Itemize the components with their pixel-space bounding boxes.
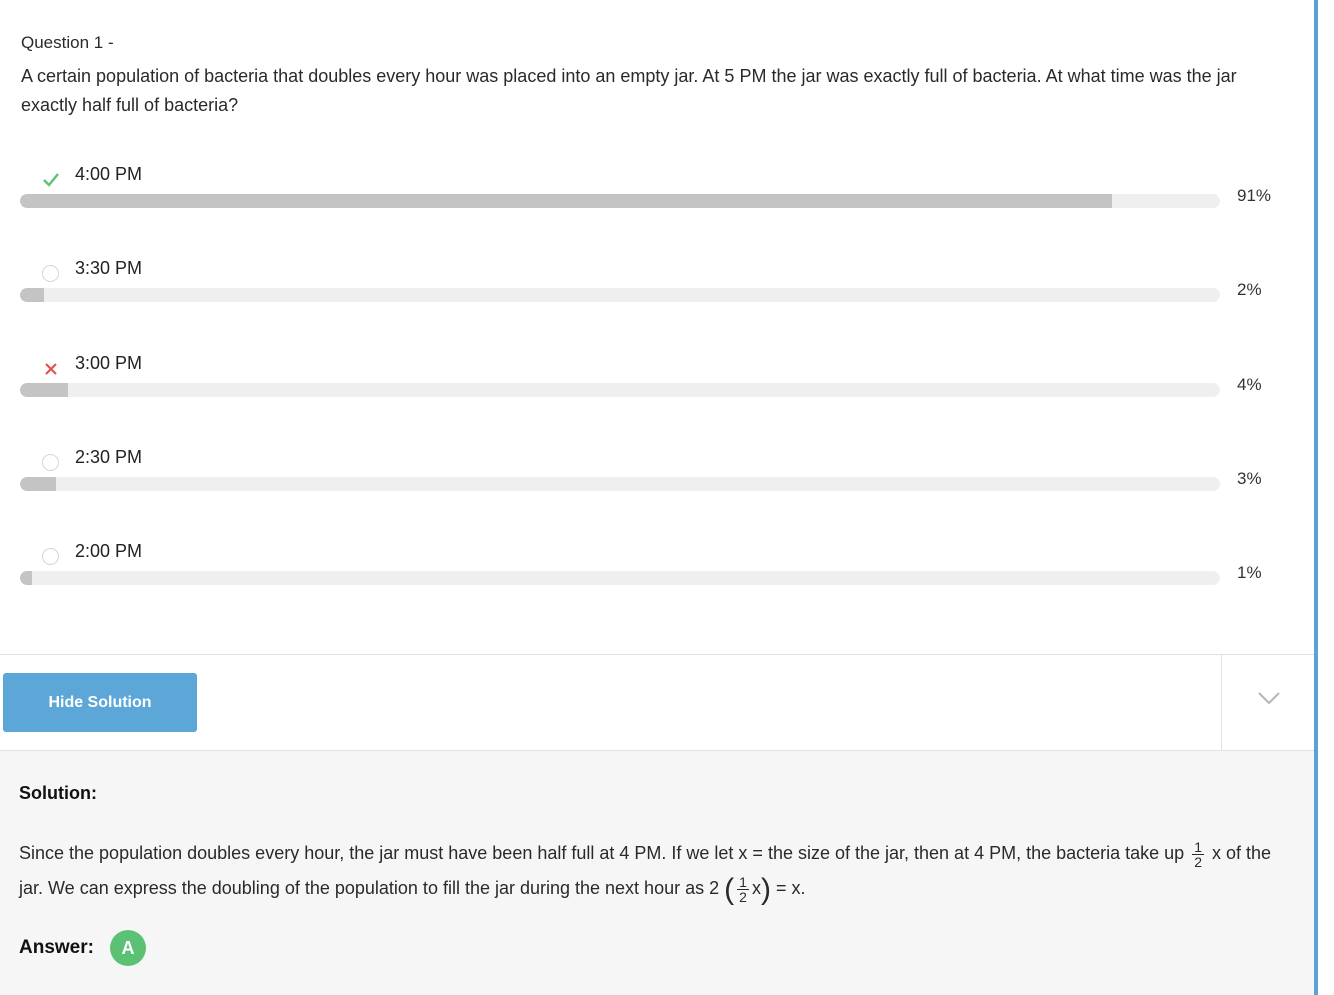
solution-panel: Solution: Since the population doubles e…: [0, 751, 1314, 995]
radio-icon: [41, 547, 61, 567]
result-percent: 3%: [1237, 469, 1262, 488]
fraction-one-half: 12: [1192, 838, 1205, 870]
option-label: 3:30 PM: [75, 258, 143, 278]
answer-option[interactable]: 2:00 PM 1%: [0, 537, 1314, 617]
result-percent: 91%: [1237, 186, 1272, 205]
expr-end: = x.: [775, 878, 806, 898]
paren-open: (: [724, 872, 735, 906]
answer-option[interactable]: 4:00 PM 91%: [0, 160, 1314, 240]
radio-icon: [41, 453, 61, 473]
hide-solution-button[interactable]: Hide Solution: [3, 673, 197, 732]
result-bar-fill: [20, 571, 32, 585]
result-bar-fill: [20, 194, 1112, 208]
fraction-one-half: 12: [737, 873, 749, 905]
collapse-toggle[interactable]: [1221, 655, 1314, 751]
solution-text: Since the population doubles every hour,…: [19, 836, 1279, 907]
result-bar: [20, 571, 1220, 585]
result-bar-fill: [20, 477, 56, 491]
solution-text-part: Since the population doubles every hour,…: [19, 843, 1185, 863]
answer-label: Answer:: [19, 937, 94, 958]
cross-icon: [41, 358, 61, 378]
result-bar: [20, 288, 1220, 302]
question-panel: Question 1 - A certain population of bac…: [0, 0, 1314, 654]
result-percent: 1%: [1237, 563, 1262, 582]
answer-option[interactable]: 3:00 PM 4%: [0, 349, 1314, 429]
result-bar-fill: [20, 288, 44, 302]
answer-option[interactable]: 2:30 PM 3%: [0, 443, 1314, 523]
option-label: 2:00 PM: [75, 541, 143, 561]
result-bar: [20, 194, 1220, 208]
question-text: A certain population of bacteria that do…: [21, 66, 1237, 115]
result-percent: 4%: [1237, 375, 1262, 394]
answer-badge: A: [110, 930, 146, 966]
chevron-down-icon: [1258, 692, 1280, 705]
radio-icon: [41, 264, 61, 284]
paren-close: ): [760, 872, 771, 906]
result-percent: 2%: [1237, 280, 1262, 299]
result-bar: [20, 383, 1220, 397]
right-accent-rule: [1314, 0, 1318, 995]
solution-toolbar: Hide Solution: [0, 654, 1314, 751]
expr-x: x: [751, 878, 761, 898]
option-label: 2:30 PM: [75, 447, 143, 467]
answer-option[interactable]: 3:30 PM 2%: [0, 254, 1314, 334]
result-bar-fill: [20, 383, 68, 397]
question-number: Question 1 -: [21, 33, 114, 52]
check-icon: [41, 169, 61, 189]
option-label: 3:00 PM: [75, 353, 143, 373]
solution-heading: Solution:: [19, 783, 97, 803]
option-label: 4:00 PM: [75, 164, 143, 184]
result-bar: [20, 477, 1220, 491]
